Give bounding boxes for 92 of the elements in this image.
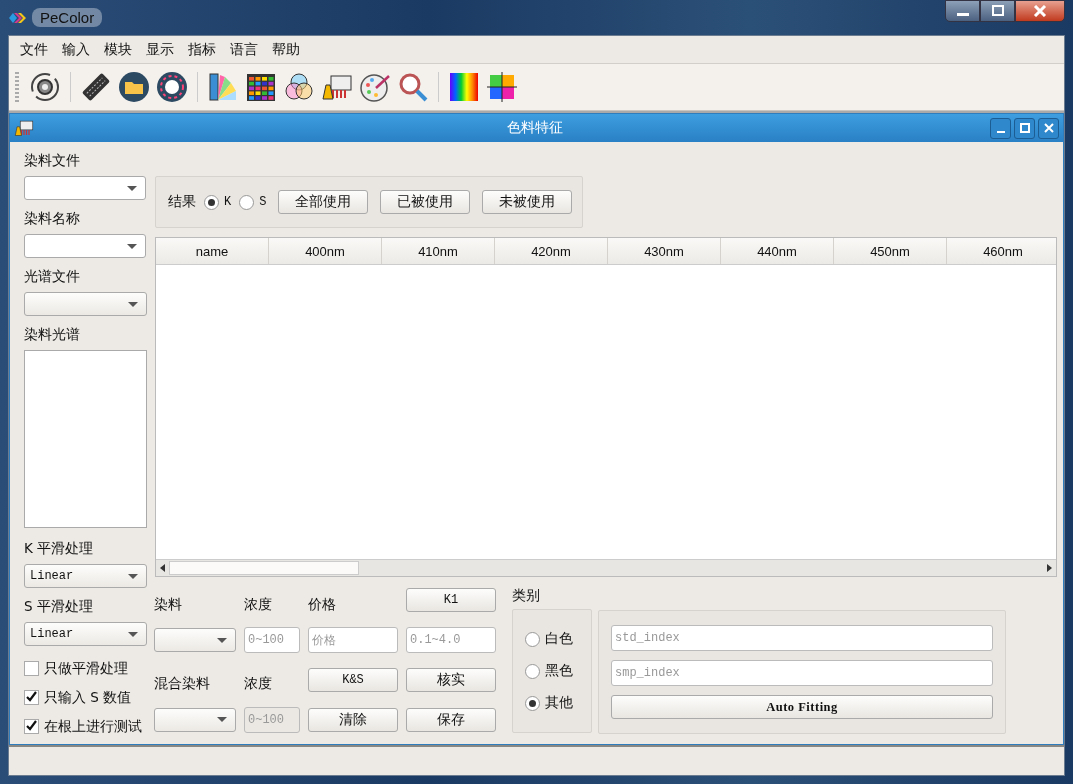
menu-item[interactable]: 显示: [139, 40, 181, 59]
menu-item[interactable]: 输入: [55, 40, 97, 59]
horizontal-scrollbar[interactable]: [156, 559, 1056, 576]
field-label: 染料光谱: [24, 326, 81, 344]
concentration-field[interactable]: 0~100: [244, 627, 300, 654]
color-fan-icon[interactable]: [207, 71, 239, 103]
checkbox[interactable]: [24, 661, 39, 676]
field-label: 浓度: [244, 675, 273, 694]
field-label: 浓度: [244, 595, 273, 614]
light-wheel-icon[interactable]: [156, 71, 188, 103]
menu-item[interactable]: 语言: [223, 40, 265, 59]
menu-item[interactable]: 指标: [181, 40, 223, 59]
minimize-icon: [956, 12, 969, 16]
field-label: 价格: [308, 595, 337, 614]
spectrum-icon[interactable]: [448, 71, 480, 103]
s-smoothing-dropdown[interactable]: Linear: [24, 622, 147, 646]
column-header[interactable]: 430nm: [608, 238, 721, 264]
checkbox[interactable]: [24, 690, 39, 705]
window-title: PeColor: [32, 8, 103, 27]
maximize-icon: [990, 5, 1005, 17]
k1-button[interactable]: K1: [406, 588, 496, 613]
checkbox-label: 在根上进行测试: [44, 717, 142, 736]
maximize-button[interactable]: [1014, 117, 1035, 139]
close-icon: [1033, 5, 1047, 17]
field-label: 混合染料: [154, 675, 211, 694]
column-header[interactable]: 450nm: [834, 238, 947, 264]
search-icon[interactable]: [397, 71, 429, 103]
color-square-icon[interactable]: [486, 71, 518, 103]
dropdown-arrow-icon: [128, 301, 138, 307]
range-field[interactable]: 0.1~4.0: [406, 627, 496, 654]
dropdown-arrow-icon: [127, 243, 137, 249]
close-button[interactable]: [1038, 117, 1059, 139]
menu-item[interactable]: 帮助: [265, 40, 307, 59]
radio-label: 白色: [545, 630, 573, 648]
column-header[interactable]: 440nm: [721, 238, 834, 264]
column-header[interactable]: 420nm: [495, 238, 608, 264]
dropdown-arrow-icon: [217, 717, 227, 723]
radio-button[interactable]: [525, 631, 540, 647]
palette-icon[interactable]: [359, 71, 391, 103]
radio-label: 其他: [545, 694, 573, 712]
k-smoothing-dropdown[interactable]: Linear: [24, 564, 147, 588]
field-label: 染料文件: [24, 152, 81, 170]
lab-flask-icon: [14, 118, 34, 138]
save-button[interactable]: 保存: [406, 707, 496, 732]
radio-button[interactable]: [525, 695, 540, 711]
filter-button[interactable]: 未被使用: [482, 190, 573, 214]
radio-label: K: [224, 195, 232, 209]
radio-label: 黑色: [545, 662, 573, 680]
std-index-field[interactable]: std_index: [611, 625, 993, 651]
column-header[interactable]: name: [156, 238, 269, 264]
folder-icon[interactable]: [118, 71, 150, 103]
dropdown-arrow-icon: [128, 631, 138, 637]
radio-button[interactable]: [239, 194, 255, 210]
clear-button[interactable]: 清除: [308, 707, 398, 732]
checkbox[interactable]: [24, 719, 39, 734]
radio-label: S: [259, 195, 267, 209]
ks-button[interactable]: K&S: [308, 667, 398, 692]
dropdown-arrow-icon: [217, 637, 227, 643]
column-header[interactable]: 400nm: [269, 238, 382, 264]
checkbox-label: 只输入 S 数值: [44, 688, 132, 707]
field-label: 染料: [154, 595, 183, 614]
dropdown-arrow-icon: [128, 573, 138, 579]
minimize-button[interactable]: [945, 0, 980, 22]
smp-index-field[interactable]: smp_index: [611, 660, 993, 686]
maximize-icon: [1019, 123, 1030, 133]
menu-item[interactable]: 文件: [13, 40, 55, 59]
menu-item[interactable]: 模块: [97, 40, 139, 59]
column-header[interactable]: 410nm: [382, 238, 495, 264]
checkbox-label: 只做平滑处理: [44, 659, 128, 678]
minimize-button[interactable]: [990, 117, 1011, 139]
filter-button[interactable]: 已被使用: [380, 190, 471, 214]
auto-fitting-button[interactable]: Auto Fitting: [611, 695, 993, 719]
field-label: 光谱文件: [24, 268, 81, 286]
minimize-icon: [996, 131, 1005, 133]
field-label: S 平滑处理: [24, 598, 94, 616]
close-icon: [1043, 123, 1054, 133]
dropdown-arrow-icon: [127, 185, 137, 191]
field-label: 结果: [168, 193, 196, 211]
field-label: 染料名称: [24, 210, 81, 228]
close-button[interactable]: [1015, 0, 1065, 22]
column-header[interactable]: 460nm: [947, 238, 1056, 264]
radio-button[interactable]: [204, 194, 219, 210]
verify-button[interactable]: 核实: [406, 667, 496, 692]
subwindow-title: 色料特征: [506, 119, 564, 137]
maximize-button[interactable]: [980, 0, 1015, 22]
field-label: 类别: [512, 587, 541, 605]
venn-circles-icon[interactable]: [283, 71, 315, 103]
color-grid-icon[interactable]: [245, 71, 277, 103]
field-label: K 平滑处理: [24, 540, 95, 558]
radio-button[interactable]: [525, 663, 540, 679]
price-field[interactable]: 价格: [308, 627, 398, 654]
filter-button[interactable]: 全部使用: [278, 190, 369, 214]
